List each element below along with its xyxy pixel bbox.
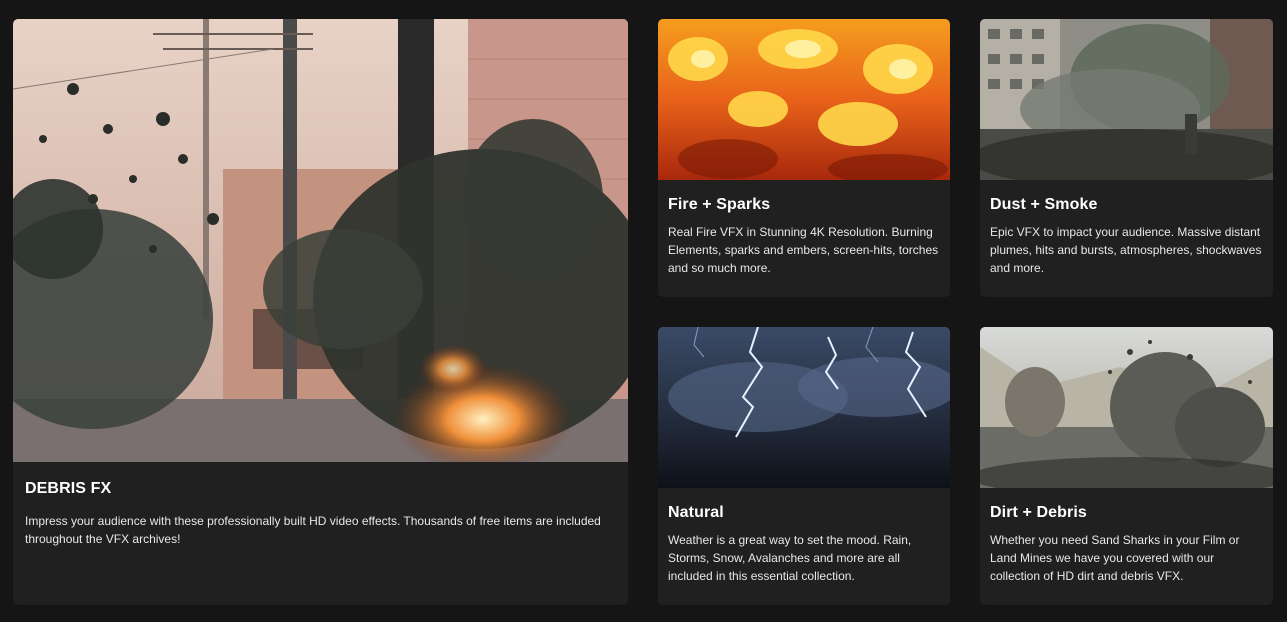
card-debris-fx[interactable]: DEBRIS FX Impress your audience with the…	[13, 19, 628, 605]
card-title[interactable]: DEBRIS FX	[25, 480, 111, 498]
lightning-storm-image[interactable]	[658, 327, 950, 488]
card-description: Epic VFX to impact your audience. Massiv…	[990, 225, 1262, 275]
card-title[interactable]: Natural	[668, 504, 724, 522]
fire-image[interactable]	[658, 19, 950, 180]
card-description: Real Fire VFX in Stunning 4K Resolution.…	[668, 225, 939, 275]
card-dirt-debris[interactable]: Dirt + Debris Whether you need Sand Shar…	[980, 327, 1273, 605]
card-title[interactable]: Fire + Sparks	[668, 196, 770, 214]
dusty-street-image[interactable]	[980, 19, 1273, 180]
dirt-explosion-image[interactable]	[980, 327, 1273, 488]
card-title[interactable]: Dust + Smoke	[990, 196, 1097, 214]
card-fire-sparks[interactable]: Fire + Sparks Real Fire VFX in Stunning …	[658, 19, 950, 297]
card-description: Weather is a great way to set the mood. …	[668, 533, 912, 583]
card-title[interactable]: Dirt + Debris	[990, 504, 1087, 522]
explosion-street-image[interactable]	[13, 19, 628, 462]
card-description: Whether you need Sand Sharks in your Fil…	[990, 533, 1240, 583]
card-description: Impress your audience with these profess…	[25, 514, 601, 546]
card-natural[interactable]: Natural Weather is a great way to set th…	[658, 327, 950, 605]
card-dust-smoke[interactable]: Dust + Smoke Epic VFX to impact your aud…	[980, 19, 1273, 297]
